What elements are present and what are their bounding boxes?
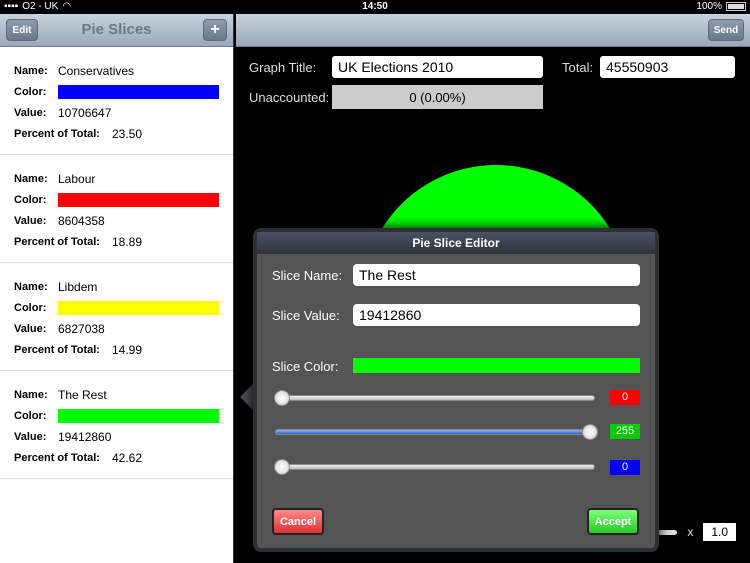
value-label: Value: [14,322,47,335]
slice-value: 8604358 [58,213,105,228]
battery-icon [726,2,746,11]
blue-value: 0 [610,460,640,475]
slice-name: Conservatives [58,63,135,78]
slice-name-label: Slice Name: [272,268,343,283]
slice-value: 6827038 [58,321,105,336]
battery-label: 100% [696,1,722,12]
slice-value: 10706647 [58,105,112,120]
slice-percent: 42.62 [111,450,143,465]
slice-name: Labour [58,171,96,186]
percent-label: Percent of Total: [14,127,100,140]
red-slider[interactable] [274,390,595,406]
blue-slider[interactable] [274,459,595,475]
send-button[interactable]: Send [708,19,744,41]
color-label: Color: [14,85,47,98]
percent-label: Percent of Total: [14,451,100,464]
cancel-button[interactable]: Cancel [272,508,324,535]
slice-item[interactable]: Name: The Rest Color: Value: 19412860 Perc… [0,371,233,479]
color-label: Color: [14,409,47,422]
status-right: 100% [696,1,746,12]
slice-color-swatch [57,408,219,423]
sidebar: Edit Pie Slices + Name: Conservatives Col… [0,14,234,563]
slice-name: The Rest [58,387,107,402]
graph-title-label: Graph Title: [249,60,317,75]
green-slider-fill [276,430,594,434]
slice-percent: 14.99 [111,342,143,357]
green-slider[interactable] [275,424,598,440]
name-label: Name: [14,172,48,185]
pie-slice-editor: Pie Slice Editor Slice Name: The Rest Sl… [253,228,659,552]
slice-color-label: Slice Color: [272,359,339,374]
unaccounted-label: Unaccounted: [249,90,330,105]
popover-arrow [240,383,254,411]
main-toolbar: Send [236,14,750,47]
editor-title: Pie Slice Editor [257,232,655,254]
status-time: 14:50 [362,1,388,12]
value-label: Value: [14,106,47,119]
percent-label: Percent of Total: [14,343,100,356]
slice-value-field[interactable]: 19412860 [353,304,640,326]
scale-control: x 1.0 [655,523,736,541]
scale-x-label: x [687,525,694,539]
slice-value: 19412860 [58,429,112,444]
name-label: Name: [14,64,48,77]
total-label: Total: [562,60,594,75]
status-bar: ▪▪▪▪ O2 - UK ◠ 14:50 100% [0,0,750,14]
slice-item[interactable]: Name: Labour Color: Value: 8604358 Percent… [0,155,233,263]
slice-value-label: Slice Value: [272,308,340,323]
sidebar-title: Pie Slices [81,21,152,38]
slice-color-swatch [57,192,219,207]
green-value: 255 [610,424,640,439]
percent-label: Percent of Total: [14,235,100,248]
add-slice-button[interactable]: + [203,19,227,41]
name-label: Name: [14,280,48,293]
slice-item[interactable]: Name: Libdem Color: Value: 6827038 Percent… [0,263,233,371]
value-label: Value: [14,430,47,443]
color-label: Color: [14,301,47,314]
slice-name: Libdem [58,279,98,294]
slice-name-field[interactable]: The Rest [353,264,640,286]
unaccounted-value: 0 (0.00%) [332,85,543,109]
blue-slider-thumb[interactable] [274,459,290,475]
scale-value: 1.0 [703,523,736,541]
red-slider-thumb[interactable] [274,390,290,406]
sidebar-header: Edit Pie Slices + [0,14,233,47]
total-field[interactable]: 45550903 [600,56,735,78]
color-label: Color: [14,193,47,206]
value-label: Value: [14,214,47,227]
slice-item[interactable]: Name: Conservatives Color: Value: 10706647… [0,47,233,155]
accept-button[interactable]: Accept [587,508,639,535]
slice-color-swatch [57,84,219,99]
green-slider-thumb[interactable] [582,424,598,440]
slice-percent: 23.50 [111,126,143,141]
graph-title-field[interactable]: UK Elections 2010 [332,56,543,78]
slice-color-preview [353,358,640,373]
red-value: 0 [610,390,640,405]
name-label: Name: [14,388,48,401]
slice-percent: 18.89 [111,234,143,249]
slice-color-swatch [57,300,219,315]
